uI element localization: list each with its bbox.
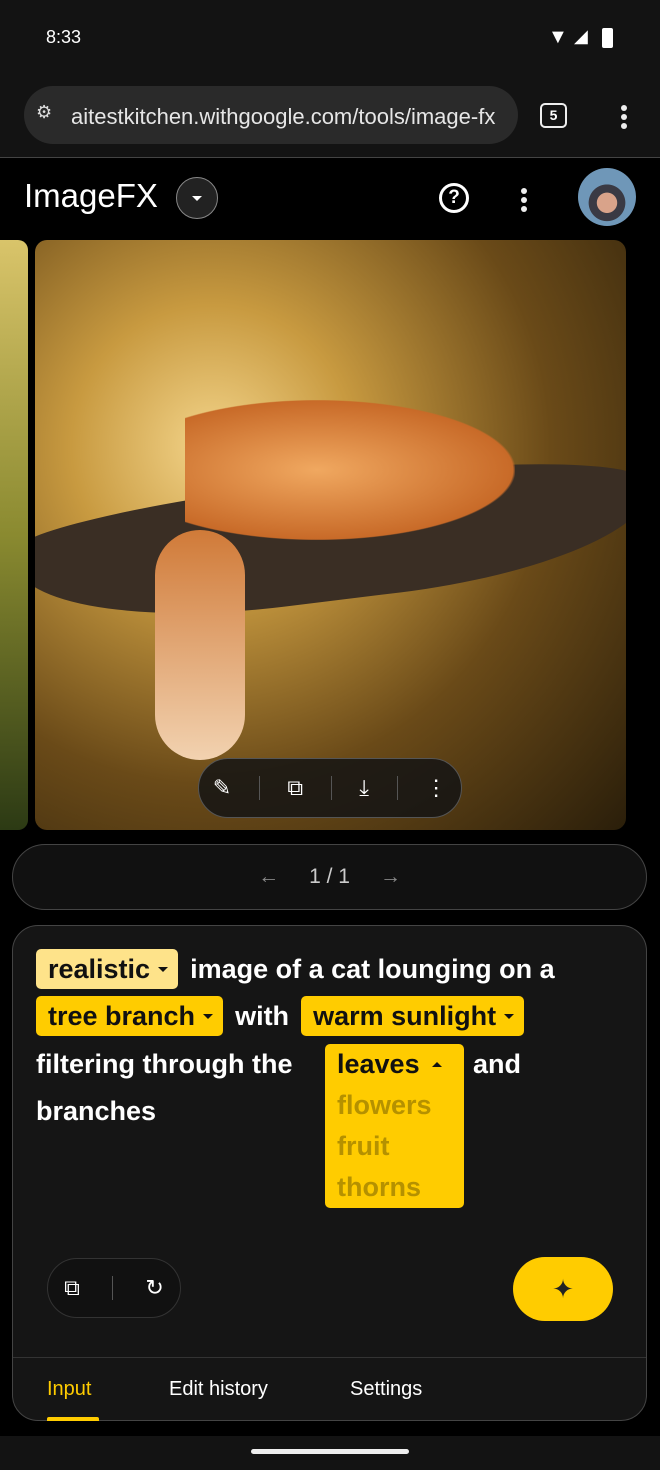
chip-label: tree branch (48, 1000, 196, 1031)
chevron-down-icon (504, 1013, 515, 1024)
chip-label: leaves (337, 1049, 420, 1079)
generated-image[interactable] (35, 240, 626, 830)
generate-button[interactable]: ✦ (513, 1257, 613, 1321)
image-actions-toolbar: ✎ ⧉ ⤓ ⋮ (198, 758, 462, 818)
divider (330, 776, 332, 800)
page-indicator: 1 / 1 (309, 865, 350, 888)
tab-edit-history[interactable]: Edit history (169, 1378, 268, 1401)
divider (13, 1357, 646, 1358)
battery-icon (602, 28, 613, 48)
browser-toolbar: ⚙ aitestkitchen.withgoogle.com/tools/ima… (0, 76, 660, 158)
chip-label: realistic (48, 953, 151, 984)
dropdown-selected[interactable]: leaves (337, 1044, 452, 1085)
image-cat-tail (155, 530, 245, 760)
previous-image-thumbnail[interactable] (0, 240, 28, 830)
avatar[interactable] (578, 168, 636, 226)
chevron-down-icon (203, 1013, 214, 1024)
divider (258, 776, 260, 800)
chip-lighting[interactable]: warm sunlight (301, 996, 525, 1036)
browser-menu-icon[interactable] (621, 102, 627, 132)
wifi-icon: ▼ (548, 26, 568, 48)
signal-icon: ◢ (574, 26, 588, 46)
site-settings-icon[interactable]: ⚙ (36, 102, 52, 123)
divider (396, 776, 398, 800)
chip-subject[interactable]: tree branch (36, 996, 224, 1036)
arrow-left-icon[interactable]: ← (258, 865, 279, 889)
tab-input[interactable]: Input (47, 1378, 91, 1401)
prompt-actions: ⧉ ↻ (47, 1258, 181, 1318)
copy-icon[interactable]: ⧉ (287, 775, 303, 801)
dropdown-option[interactable]: flowers (337, 1085, 452, 1126)
app-menu-icon[interactable] (521, 185, 527, 215)
sparkle-icon: ✦ (552, 1274, 574, 1304)
prompt-text[interactable]: with (235, 1001, 289, 1032)
active-tab-indicator (47, 1417, 99, 1421)
tab-switcher-button[interactable]: 5 (540, 103, 567, 128)
app-switcher-dropdown[interactable] (176, 177, 218, 219)
help-icon[interactable]: ? (439, 183, 469, 213)
address-bar[interactable]: ⚙ aitestkitchen.withgoogle.com/tools/ima… (24, 86, 518, 144)
gesture-nav-bar (0, 1436, 660, 1470)
divider (112, 1276, 114, 1300)
chevron-down-icon (158, 966, 169, 977)
prompt-text[interactable]: branches (36, 1096, 156, 1127)
prompt-text[interactable]: image of a cat lounging on a (190, 954, 555, 985)
download-icon[interactable]: ⤓ (359, 775, 369, 801)
dropdown-option[interactable]: fruit (337, 1126, 452, 1167)
home-handle[interactable] (251, 1449, 409, 1454)
tab-settings[interactable]: Settings (350, 1378, 422, 1401)
prompt-text[interactable]: filtering through the (36, 1049, 292, 1080)
refresh-icon[interactable]: ↻ (145, 1275, 163, 1301)
more-icon[interactable]: ⋮ (425, 775, 447, 801)
chip-style[interactable]: realistic (36, 949, 179, 989)
prompt-text[interactable]: and (473, 1049, 521, 1080)
dropdown-option[interactable]: thorns (337, 1167, 452, 1208)
edit-icon[interactable]: ✎ (213, 775, 231, 801)
status-bar: 8:33 ▼ ◢ (0, 0, 660, 76)
image-cat (185, 400, 515, 540)
image-pager: ← 1 / 1 → (12, 844, 647, 910)
chip-label: warm sunlight (313, 1000, 497, 1031)
app-title: ImageFX (24, 177, 158, 214)
chevron-up-icon (431, 1057, 442, 1067)
url-text[interactable]: aitestkitchen.withgoogle.com/tools/image… (71, 104, 507, 130)
copy-icon[interactable]: ⧉ (64, 1275, 80, 1301)
chip-dropdown-leaves: leaves flowers fruit thorns (325, 1044, 464, 1208)
arrow-right-icon[interactable]: → (380, 865, 401, 889)
prompt-card: realistic image of a cat lounging on a t… (12, 925, 647, 1421)
clock: 8:33 (46, 27, 82, 47)
